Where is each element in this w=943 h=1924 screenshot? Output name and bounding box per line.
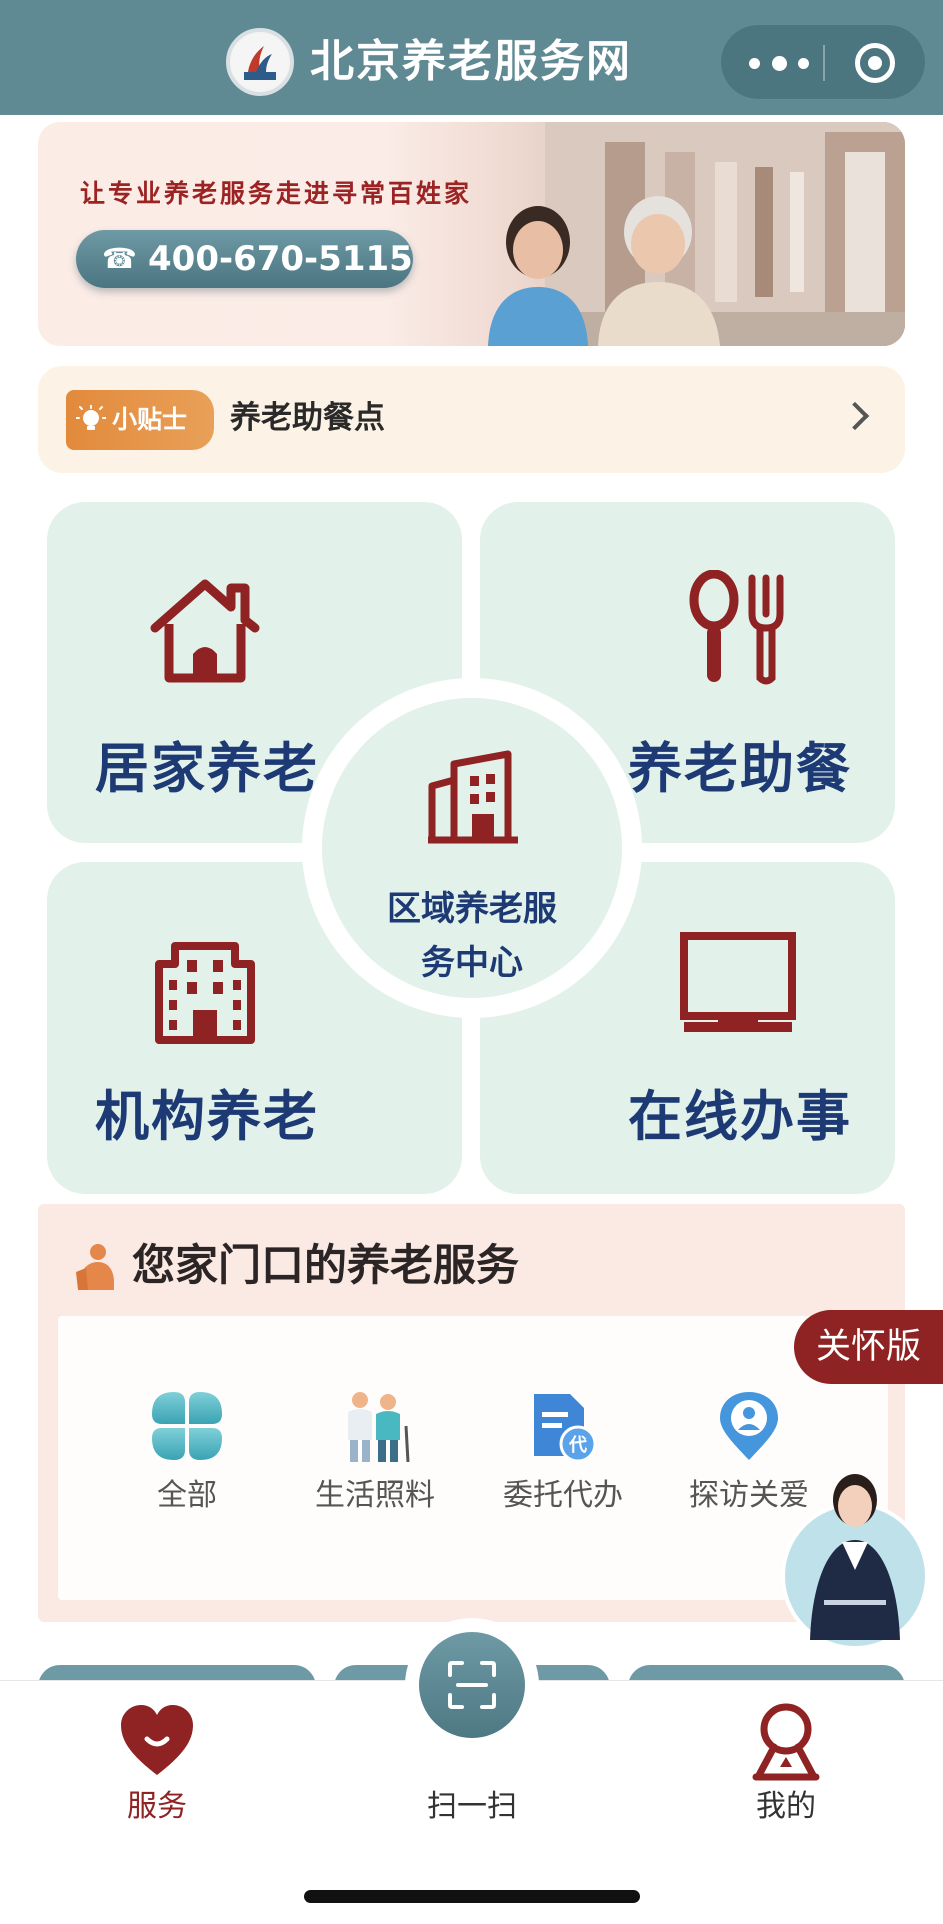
service-category-label: 全部 (157, 1478, 217, 1513)
tip-text: 养老助餐点 (230, 400, 385, 436)
apartment-building-icon (145, 930, 265, 1050)
elderly-person-icon (76, 1244, 114, 1290)
regional-center-label-line1: 区域养老服 (387, 889, 557, 929)
tab-service[interactable]: 服务 (57, 1681, 257, 1851)
caregiver-and-elder-photo (488, 196, 720, 346)
hotline-number: 400-670-5115 (148, 239, 413, 279)
promo-banner[interactable]: 让专业养老服务走进寻常百姓家 ☎ 400-670-5115 (38, 122, 905, 346)
regional-center-label-line2: 务中心 (421, 943, 523, 983)
phone-icon: ☎ (102, 242, 137, 275)
care-mode-label: 关怀版 (816, 1327, 922, 1367)
user-icon (752, 1703, 820, 1781)
tab-label-scan: 扫一扫 (427, 1789, 517, 1824)
tab-mine[interactable]: 我的 (686, 1681, 886, 1851)
service-category-all[interactable]: 全部 (102, 1390, 272, 1520)
scan-icon (448, 1661, 496, 1709)
tip-bar[interactable]: 小贴士 养老助餐点 (38, 366, 905, 473)
tip-badge: 小贴士 (66, 390, 214, 450)
capsule-divider (823, 45, 825, 81)
tab-label-mine: 我的 (756, 1789, 816, 1824)
hotline-button[interactable]: ☎ 400-670-5115 (76, 230, 413, 288)
beijing-elderly-logo-icon (232, 34, 288, 90)
regional-center-disc: 区域养老服 务中心 (322, 698, 622, 998)
service-category-label: 生活照料 (315, 1478, 435, 1513)
app-header: 北京养老服务网 (0, 0, 943, 115)
svg-text:代: 代 (568, 1435, 587, 1456)
app-logo (226, 28, 294, 96)
location-person-icon (720, 1392, 778, 1460)
tile-label-institution-care: 机构养老 (95, 1085, 319, 1148)
app-title: 北京养老服务网 (310, 36, 632, 87)
close-mini-program-icon[interactable] (855, 43, 895, 83)
nearby-services-title: 您家门口的养老服务 (132, 1241, 519, 1291)
more-icon[interactable] (749, 49, 809, 77)
house-icon (145, 570, 265, 690)
service-category-daily-care[interactable]: 生活照料 (290, 1390, 460, 1520)
service-category-card: 全部 生活照料 代 委托代办 探访关爱 (58, 1316, 888, 1600)
grid-petals-icon (152, 1392, 222, 1460)
tile-label-home-care: 居家养老 (95, 737, 319, 800)
scan-button-disc (419, 1632, 525, 1738)
tab-label-service: 服务 (127, 1789, 187, 1824)
monitor-icon (678, 924, 798, 1044)
caregiver-icon (348, 1392, 410, 1462)
regional-center-label: 区域养老服 务中心 (352, 882, 592, 990)
service-category-proxy-errands[interactable]: 代 委托代办 (478, 1390, 648, 1520)
lightbulb-icon (76, 405, 106, 430)
scan-button[interactable] (405, 1618, 539, 1752)
mini-program-capsule (720, 24, 926, 100)
regional-center-button[interactable]: 区域养老服 务中心 (302, 678, 642, 1018)
chevron-right-icon (840, 401, 870, 431)
care-mode-button[interactable]: 关怀版 (794, 1310, 943, 1384)
spoon-fork-icon (678, 569, 798, 690)
tile-label-online-services: 在线办事 (628, 1085, 852, 1148)
home-indicator (304, 1890, 640, 1903)
banner-slogan: 让专业养老服务走进寻常百姓家 (80, 179, 473, 208)
virtual-assistant-avatar[interactable] (780, 1470, 930, 1650)
heart-smile-icon (121, 1705, 193, 1775)
nearby-services-section: 您家门口的养老服务 全部 生活照料 代 委托代办 探访关爱 (38, 1204, 905, 1622)
tile-label-meal-service: 养老助餐 (628, 737, 852, 800)
office-building-icon (428, 750, 518, 844)
service-category-label: 委托代办 (503, 1478, 623, 1513)
tip-badge-label: 小贴士 (112, 405, 188, 434)
document-proxy-icon: 代 (534, 1394, 597, 1462)
